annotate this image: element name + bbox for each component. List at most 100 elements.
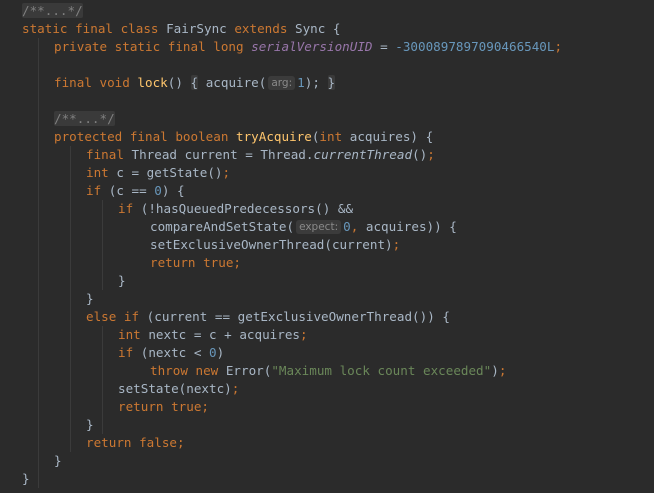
keyword-token: final: [129, 129, 176, 144]
code-line: protected final boolean tryAcquire(int a…: [54, 128, 433, 146]
code-token: (nextc <: [140, 345, 209, 360]
folded-block-brace[interactable]: }: [327, 75, 336, 90]
keyword-token: int: [319, 129, 350, 144]
code-line: }: [54, 452, 62, 470]
code-token: }: [86, 291, 94, 306]
code-token: (): [167, 75, 191, 90]
keyword-token: ;: [231, 381, 240, 396]
keyword-token: if: [86, 183, 109, 198]
code-line: int nextc = c + acquires;: [118, 326, 308, 344]
code-token: Sync {: [295, 21, 341, 36]
code-editor[interactable]: /**...*/ static final class FairSync exte…: [0, 0, 654, 493]
code-token: }: [118, 273, 126, 288]
code-token: acquires)) {: [365, 219, 457, 234]
keyword-token: else: [86, 309, 124, 324]
keyword-token: void: [99, 75, 138, 90]
code-line: setExclusiveOwnerThread(current);: [150, 236, 400, 254]
indent-guide: [70, 146, 71, 452]
string-literal-token: "Maximum lock count exceeded": [271, 363, 492, 378]
code-line: else if (current == getExclusiveOwnerThr…: [86, 308, 450, 326]
code-line: return true;: [150, 254, 241, 272]
code-token: ): [216, 345, 225, 360]
keyword-token: int: [86, 165, 117, 180]
keyword-token: if: [123, 309, 147, 324]
number-literal-token: 1: [297, 75, 305, 90]
code-token: compareAndSetState(: [150, 219, 295, 234]
keyword-token: final: [167, 39, 214, 54]
code-line: return false;: [86, 434, 185, 452]
code-token: }: [22, 471, 30, 486]
code-line: }: [22, 470, 30, 488]
code-line: /**...*/: [54, 110, 115, 128]
number-literal-token: -3000897897090466540L: [395, 39, 555, 54]
keyword-token: ;: [392, 237, 401, 252]
number-literal-token: 0: [154, 183, 162, 198]
code-line: }: [86, 290, 94, 308]
parameter-hint: expect:: [296, 220, 342, 234]
code-token: acquire(: [198, 75, 267, 90]
keyword-token: ;: [177, 435, 185, 450]
keyword-token: ;: [554, 39, 563, 54]
keyword-token: if: [118, 201, 141, 216]
keyword-token: boolean: [175, 129, 236, 144]
code-line: if (!hasQueuedPredecessors() &&: [118, 200, 353, 218]
code-line: }: [86, 416, 94, 434]
keyword-token: final: [54, 75, 100, 90]
keyword-token: long: [213, 39, 252, 54]
code-line: }: [118, 272, 126, 290]
static-call-token: currentThread: [313, 147, 413, 162]
code-line: return true;: [118, 398, 209, 416]
code-line: if (nextc < 0): [118, 344, 224, 362]
indent-guide: [38, 38, 39, 488]
code-token: (!hasQueuedPredecessors() &&: [140, 201, 354, 216]
keyword-token: if: [118, 345, 141, 360]
keyword-token: return: [86, 435, 140, 450]
field-name-token: serialVersionUID: [251, 39, 373, 54]
code-token: (c ==: [108, 183, 155, 198]
folded-comment[interactable]: /**...*/: [22, 3, 83, 18]
code-line: static final class FairSync extends Sync…: [22, 20, 341, 38]
code-line: setState(nextc);: [118, 380, 239, 398]
keyword-token: true: [171, 399, 202, 414]
code-token: nextc = c + acquires: [148, 327, 300, 342]
folded-block-brace[interactable]: {: [190, 75, 199, 90]
code-token: );: [304, 75, 320, 90]
code-token: }: [54, 453, 62, 468]
keyword-token: return: [150, 255, 204, 270]
keyword-token: return: [118, 399, 172, 414]
keyword-token: static: [22, 21, 76, 36]
parameter-hint: arg:: [268, 76, 296, 90]
code-token: c = getState(): [116, 165, 223, 180]
keyword-token: static: [114, 39, 168, 54]
keyword-token: ;: [498, 363, 507, 378]
code-token: (current == getExclusiveOwnerThread()) {: [146, 309, 450, 324]
code-token: FairSync: [166, 21, 235, 36]
code-line: private static final long serialVersionU…: [54, 38, 562, 56]
keyword-token: private: [54, 39, 115, 54]
code-token: ): [491, 363, 499, 378]
code-line: compareAndSetState(expect: 0, acquires)) …: [150, 218, 457, 236]
keyword-token: ;: [201, 399, 210, 414]
code-token: Thread current = Thread.: [131, 147, 314, 162]
keyword-token: int: [118, 327, 149, 342]
code-token: ) {: [161, 183, 185, 198]
code-line: final Thread current = Thread.currentThr…: [86, 146, 435, 164]
code-token: (): [412, 147, 428, 162]
keyword-token: extends: [234, 21, 295, 36]
keyword-token: ,: [350, 219, 366, 234]
code-line: /**...*/: [22, 2, 83, 20]
folded-comment[interactable]: /**...*/: [54, 111, 115, 126]
keyword-token: ;: [233, 255, 242, 270]
keyword-token: ;: [222, 165, 231, 180]
code-line: int c = getState();: [86, 164, 230, 182]
keyword-token: class: [120, 21, 167, 36]
code-token: }: [86, 417, 94, 432]
indent-guide: [102, 200, 103, 290]
number-literal-token: 0: [343, 219, 351, 234]
code-line: if (c == 0) {: [86, 182, 185, 200]
keyword-token: protected: [54, 129, 130, 144]
code-token: Error(: [225, 363, 272, 378]
keyword-token: ;: [427, 147, 435, 162]
keyword-token: new: [195, 363, 226, 378]
